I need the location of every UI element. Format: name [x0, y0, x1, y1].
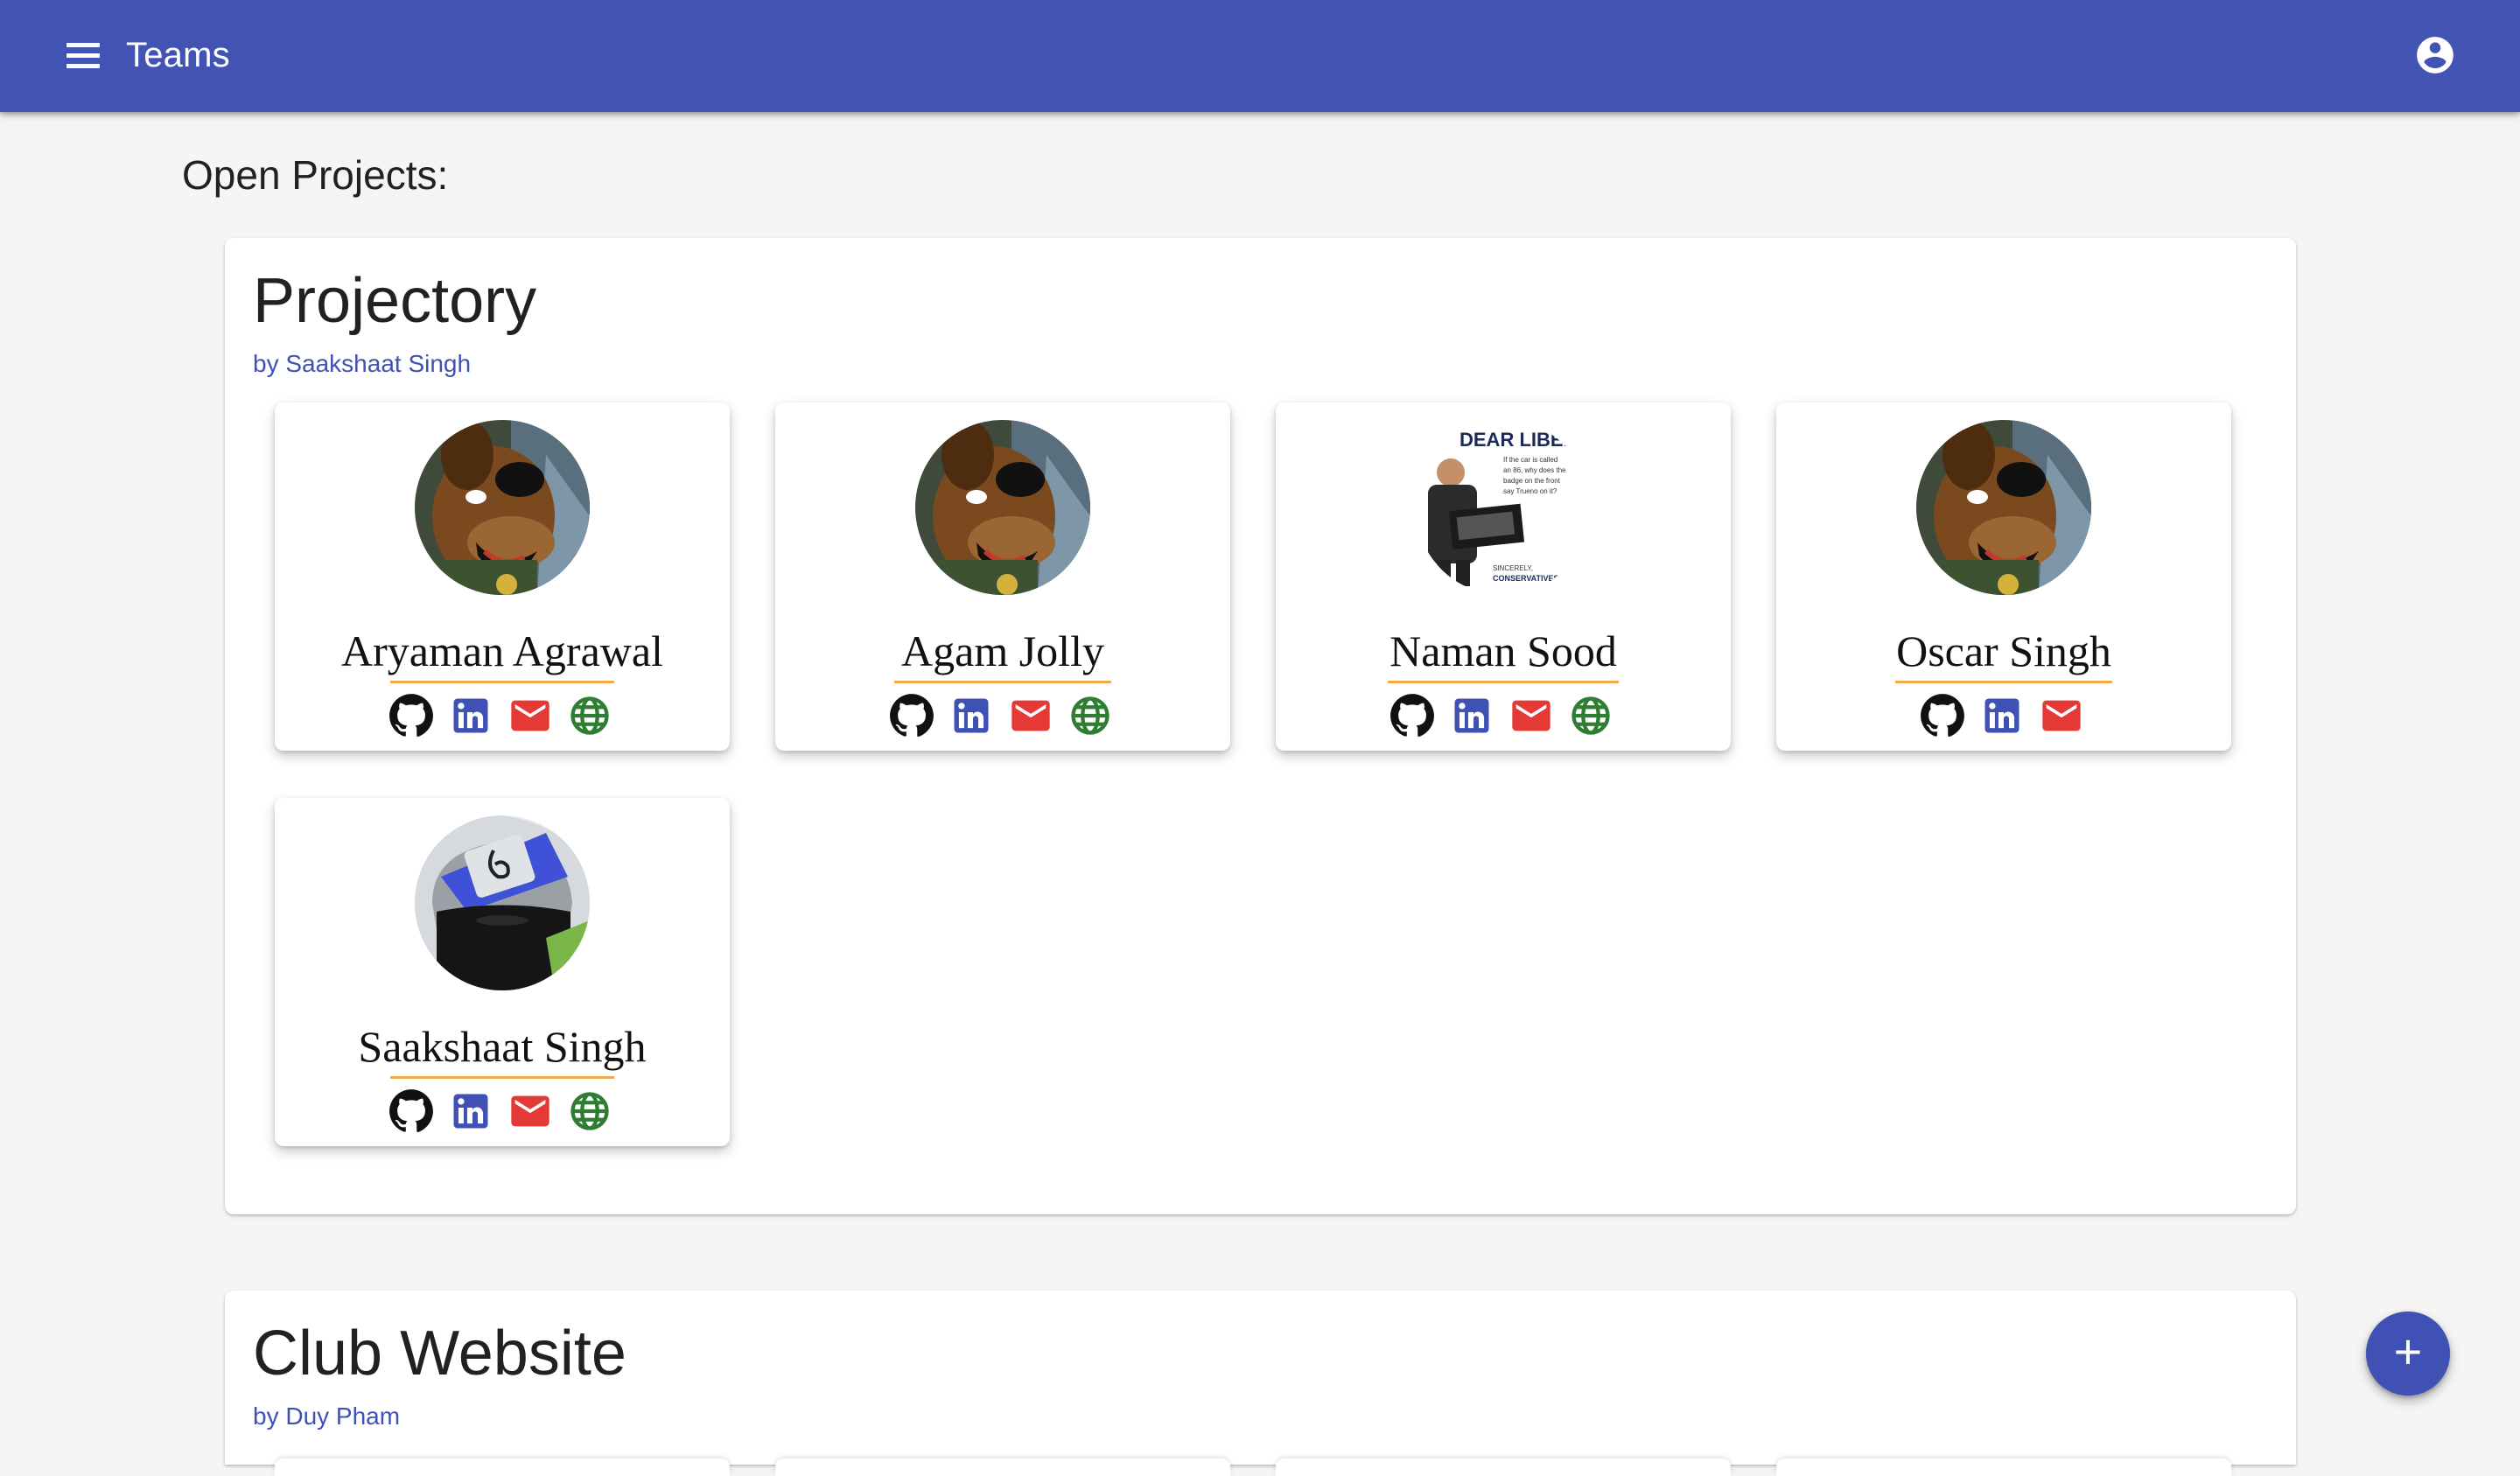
website-globe-icon[interactable]: [567, 693, 612, 738]
member-name: Saakshaat Singh: [358, 1022, 647, 1071]
plus-icon: +: [2393, 1324, 2423, 1379]
linkedin-icon[interactable]: [948, 693, 994, 738]
github-icon[interactable]: [388, 1088, 434, 1134]
meme-poster-avatar: DEAR LIBERA If the car is called an 86, …: [1416, 420, 1591, 595]
project-card: Projectory by Saakshaat Singh Aryaman Ag…: [225, 238, 2296, 1214]
email-icon[interactable]: [2039, 693, 2084, 738]
cartoon-dog-avatar: [915, 420, 1090, 595]
email-icon[interactable]: [508, 1088, 553, 1134]
member-avatar: [1916, 420, 2091, 595]
member-card-partial: [1276, 1459, 1731, 1476]
linkedin-icon[interactable]: [1979, 693, 2025, 738]
member-name: Oscar Singh: [1896, 626, 2111, 675]
masked-ninja-avatar: [415, 815, 590, 990]
linkedin-icon[interactable]: [448, 693, 494, 738]
member-links: [1776, 693, 2231, 738]
member-card-partial: [275, 1459, 730, 1476]
linkedin-icon[interactable]: [448, 1088, 494, 1134]
account-circle-icon[interactable]: [2413, 33, 2457, 77]
website-globe-icon[interactable]: [1068, 693, 1113, 738]
app-bar: Teams: [0, 0, 2520, 112]
member-links: [775, 693, 1230, 738]
svg-text:If the car is called: If the car is called: [1503, 456, 1558, 464]
project-card: Club Website by Duy Pham: [225, 1291, 2296, 1476]
name-underline: [390, 1076, 614, 1079]
member-card[interactable]: DEAR LIBERA If the car is called an 86, …: [1276, 402, 1731, 751]
email-icon[interactable]: [508, 693, 553, 738]
svg-text:DEAR LIBERA: DEAR LIBERA: [1460, 429, 1591, 451]
github-icon[interactable]: [1920, 693, 1965, 738]
project-author-link[interactable]: by Saakshaat Singh: [253, 348, 471, 380]
cartoon-dog-avatar: [415, 420, 590, 595]
member-links: [275, 693, 730, 738]
menu-icon[interactable]: [60, 35, 108, 77]
github-icon[interactable]: [1390, 693, 1435, 738]
website-globe-icon[interactable]: [1568, 693, 1614, 738]
member-name: Agam Jolly: [901, 626, 1104, 675]
member-name: Naman Sood: [1390, 626, 1617, 675]
project-title: Club Website: [253, 1319, 626, 1389]
email-icon[interactable]: [1508, 693, 1554, 738]
github-icon[interactable]: [388, 693, 434, 738]
section-heading: Open Projects:: [182, 152, 449, 198]
member-links: [275, 1088, 730, 1134]
name-underline: [1388, 681, 1619, 683]
linkedin-icon[interactable]: [1449, 693, 1494, 738]
member-avatar: [415, 815, 590, 990]
name-underline: [390, 681, 614, 683]
app-title: Teams: [126, 36, 230, 74]
website-globe-icon[interactable]: [567, 1088, 612, 1134]
member-card-partial: [775, 1459, 1230, 1476]
member-card-partial: [1776, 1459, 2231, 1476]
member-card[interactable]: Saakshaat Singh: [275, 798, 730, 1146]
cartoon-dog-avatar: [1916, 420, 2091, 595]
member-card[interactable]: Agam Jolly: [775, 402, 1230, 751]
name-underline: [1895, 681, 2112, 683]
member-name: Aryaman Agrawal: [341, 626, 663, 675]
member-avatar: [415, 420, 590, 595]
member-links: [1276, 693, 1731, 738]
email-icon[interactable]: [1008, 693, 1054, 738]
name-underline: [894, 681, 1111, 683]
member-card[interactable]: Oscar Singh: [1776, 402, 2231, 751]
svg-text:an 86, why does the: an 86, why does the: [1503, 466, 1566, 474]
add-project-fab-button[interactable]: +: [2366, 1312, 2450, 1396]
svg-text:SINCERELY,: SINCERELY,: [1493, 564, 1533, 572]
project-author-link[interactable]: by Duy Pham: [253, 1401, 400, 1432]
project-title: Projectory: [253, 266, 537, 336]
svg-text:badge on the front: badge on the front: [1503, 477, 1561, 485]
svg-text:say Trueno on it?: say Trueno on it?: [1503, 487, 1558, 495]
svg-text:CONSERVATIVES: CONSERVATIVES: [1493, 574, 1559, 583]
member-avatar: [915, 420, 1090, 595]
github-icon[interactable]: [889, 693, 934, 738]
member-card[interactable]: Aryaman Agrawal: [275, 402, 730, 751]
member-avatar: DEAR LIBERA If the car is called an 86, …: [1416, 420, 1591, 595]
